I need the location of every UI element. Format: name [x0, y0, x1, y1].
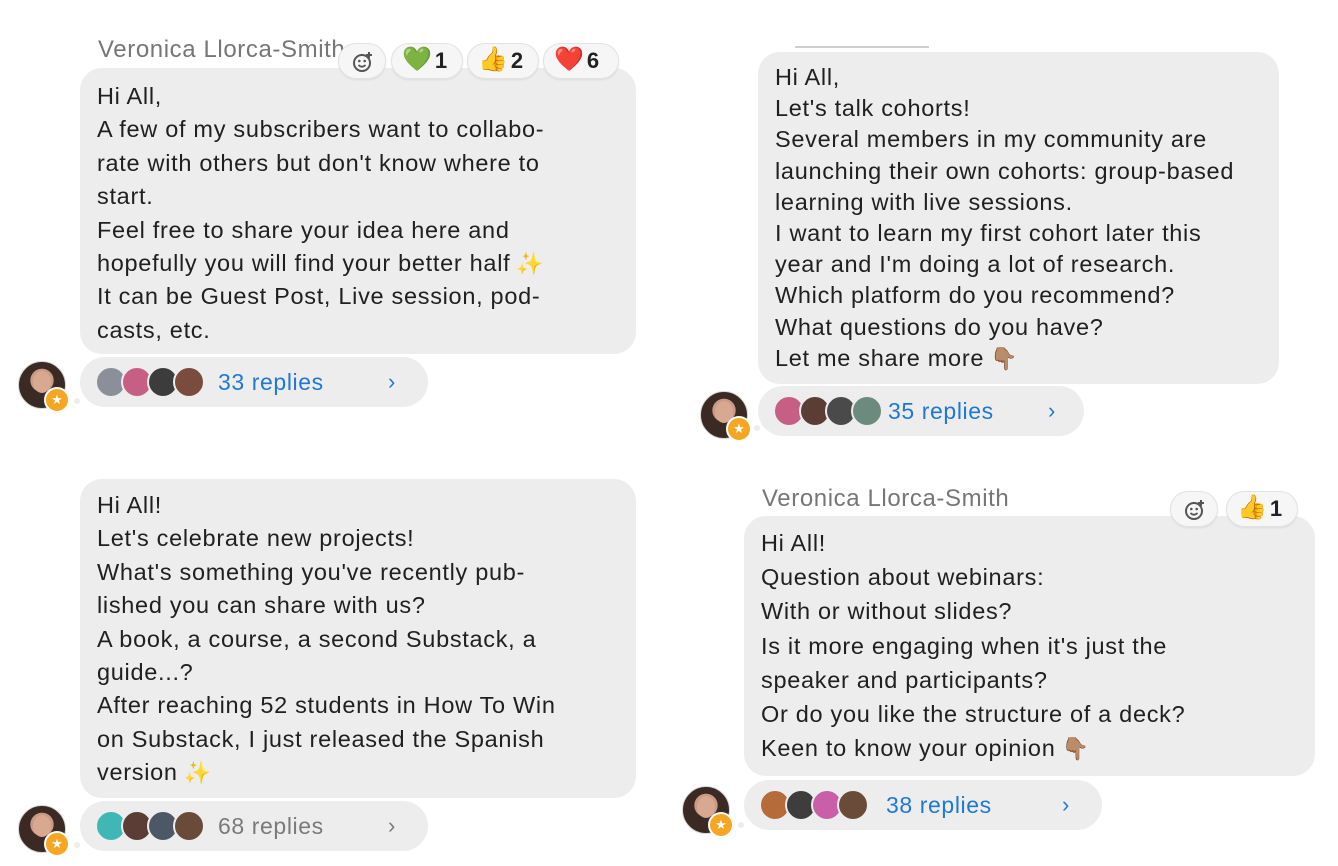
post-3-replies-button[interactable]: 68 replies ›	[80, 801, 428, 851]
post-2-line: learning with live sessions.	[775, 188, 1073, 215]
add-reaction-icon	[1185, 500, 1204, 520]
clipped-header	[795, 46, 929, 48]
post-1-line: Hi All,	[97, 83, 162, 109]
replies-count[interactable]: 35 replies	[888, 386, 994, 436]
post-4-replies-button[interactable]: 38 replies ›	[744, 780, 1102, 830]
reaction-red-heart[interactable]: ❤️ 6	[543, 43, 619, 79]
post-1-line: Feel free to share your idea here and	[97, 216, 510, 243]
add-reaction-button[interactable]	[1170, 491, 1218, 527]
post-1-line: It can be Guest Post, Live session, pod-	[97, 283, 541, 310]
post-4-line-text: Keen to know your opinion	[761, 735, 1056, 762]
post-3-line: guide...?	[97, 658, 194, 685]
post-3-line: on Substack, I just released the Spanish	[97, 725, 545, 752]
star-badge-icon: ★	[726, 416, 752, 442]
post-3-line: version ✨	[97, 756, 618, 789]
post-3-message-bubble[interactable]: Hi All! Let's celebrate new projects! Wh…	[80, 479, 636, 798]
post-2-replies-button[interactable]: 35 replies ›	[758, 386, 1084, 436]
post-2-line: Which platform do you recommend?	[775, 282, 1175, 309]
reaction-count: 2	[510, 48, 524, 73]
reply-avatar	[173, 366, 205, 398]
post-3-line: What's something you've recently pub-	[97, 558, 526, 585]
post-4-line: Keen to know your opinion 👇🏽	[761, 731, 1297, 765]
post-3-line: Let's celebrate new projects!	[97, 525, 415, 552]
post-2-line: Hi All,	[775, 64, 840, 90]
star-badge-icon: ★	[708, 812, 734, 838]
pointing-down-icon: 👇🏽	[990, 345, 1019, 371]
bubble-tail	[74, 842, 80, 848]
chevron-right-icon[interactable]: ›	[1048, 386, 1055, 436]
post-2-line: What questions do you have?	[775, 313, 1104, 340]
post-2-line: year and I'm doing a lot of research.	[775, 251, 1176, 278]
post-4-line: With or without slides?	[761, 598, 1013, 625]
add-reaction-icon	[353, 52, 372, 72]
chevron-right-icon[interactable]: ›	[388, 357, 395, 407]
post-3-line: Hi All!	[97, 492, 162, 518]
red-heart-icon: ❤️	[554, 46, 584, 74]
chevron-right-icon[interactable]: ›	[388, 801, 395, 851]
thumbs-up-icon: 👍	[478, 46, 508, 74]
sparkles-icon: ✨	[516, 250, 545, 276]
reaction-green-heart[interactable]: 💚 1	[391, 43, 463, 79]
post-4-line: Or do you like the structure of a deck?	[761, 700, 1186, 727]
post-1-line: casts, etc.	[97, 316, 211, 343]
post-4-line: Hi All!	[761, 530, 826, 556]
reaction-count: 1	[434, 48, 448, 73]
reply-avatars	[773, 395, 885, 427]
sparkles-icon: ✨	[183, 760, 212, 786]
reply-avatar	[851, 395, 883, 427]
reply-avatars	[759, 789, 871, 821]
replies-count[interactable]: 33 replies	[218, 357, 324, 407]
post-1-replies-button[interactable]: 33 replies ›	[80, 357, 428, 407]
bubble-tail	[74, 398, 80, 404]
post-3-line: lished you can share with us?	[97, 592, 426, 619]
post-4-sender-name[interactable]: Veronica Llorca-Smith	[762, 485, 1009, 513]
reply-avatars	[95, 810, 207, 842]
post-1-line: start.	[97, 183, 154, 210]
post-4-line: speaker and participants?	[761, 666, 1048, 693]
reaction-count: 1	[1269, 496, 1283, 521]
reaction-count: 6	[586, 48, 600, 73]
chevron-right-icon[interactable]: ›	[1062, 780, 1069, 830]
post-1-line: hopefully you will find your better half…	[97, 247, 618, 280]
post-2-line: Let me share more 👇🏽	[775, 343, 1261, 374]
green-heart-icon: 💚	[402, 46, 432, 74]
replies-count[interactable]: 38 replies	[886, 780, 992, 830]
post-2-message-bubble[interactable]: Hi All, Let's talk cohorts! Several memb…	[758, 52, 1279, 384]
reaction-thumbs-up[interactable]: 👍 1	[1226, 491, 1298, 527]
replies-count[interactable]: 68 replies	[218, 801, 324, 851]
thumbs-up-icon: 👍	[1237, 494, 1267, 522]
post-1-line: rate with others but don't know where to	[97, 149, 540, 176]
star-badge-icon: ★	[44, 387, 70, 413]
add-reaction-button[interactable]	[338, 43, 386, 79]
post-4-line: Is it more engaging when it's just the	[761, 632, 1167, 659]
reply-avatar	[837, 789, 869, 821]
post-2-line: Let's talk cohorts!	[775, 95, 971, 122]
reaction-thumbs-up[interactable]: 👍 2	[467, 43, 539, 79]
post-2-line: I want to learn my first cohort later th…	[775, 219, 1202, 246]
post-1-message-bubble[interactable]: Hi All, A few of my subscribers want to …	[80, 68, 636, 354]
post-4-message-bubble[interactable]: Hi All! Question about webinars: With or…	[744, 516, 1315, 776]
post-4-line: Question about webinars:	[761, 564, 1045, 591]
pointing-down-icon: 👇🏽	[1061, 736, 1090, 762]
reply-avatar	[173, 810, 205, 842]
post-2-line-text: Let me share more	[775, 344, 985, 371]
post-3-line: After reaching 52 students in How To Win	[97, 692, 556, 719]
post-2-line: Several members in my community are	[775, 126, 1207, 153]
star-badge-icon: ★	[44, 831, 70, 857]
reply-avatars	[95, 366, 207, 398]
bubble-tail	[738, 822, 744, 828]
post-1-sender-name[interactable]: Veronica Llorca-Smith	[98, 36, 360, 64]
post-3-line-text: version	[97, 759, 178, 786]
post-3-line: A book, a course, a second Substack, a	[97, 625, 537, 652]
bubble-tail	[754, 425, 760, 431]
post-1-line-text: hopefully you will find your better half	[97, 249, 511, 276]
post-2-line: launching their own cohorts: group-based	[775, 157, 1235, 184]
post-1-line: A few of my subscribers want to collabo-	[97, 116, 545, 143]
